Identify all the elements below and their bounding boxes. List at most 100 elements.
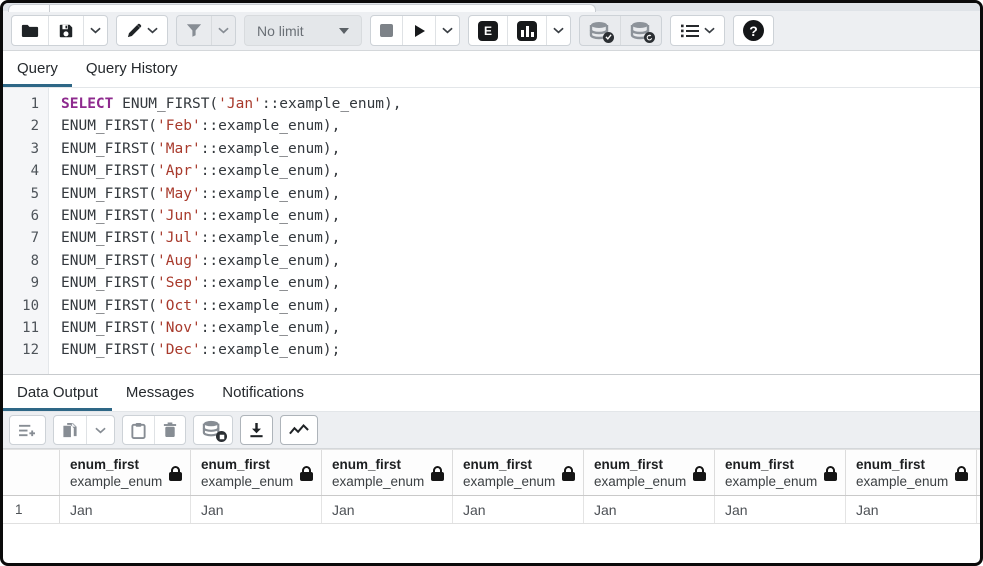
stop-icon: [380, 24, 393, 37]
copy-options-button[interactable]: [86, 416, 114, 444]
query-toolbar: No limit E: [3, 11, 980, 51]
chevron-down-icon: [442, 27, 453, 34]
chevron-down-icon: [704, 27, 715, 34]
data-cell[interactable]: Jan: [322, 496, 453, 523]
delete-row-button[interactable]: [154, 416, 185, 444]
commit-button[interactable]: [580, 16, 620, 45]
filter-options-button[interactable]: [211, 16, 235, 45]
code-line: ENUM_FIRST('Feb'::example_enum),: [61, 115, 980, 137]
graph-visualiser-button[interactable]: [281, 416, 317, 444]
data-cell[interactable]: Jan: [584, 496, 715, 523]
data-cell[interactable]: Jan: [191, 496, 322, 523]
copy-button[interactable]: [54, 416, 86, 444]
column-header[interactable]: enum_firstexample_enum: [60, 450, 191, 495]
code-line: ENUM_FIRST('Aug'::example_enum),: [61, 250, 980, 272]
explain-analyze-button[interactable]: [507, 16, 546, 45]
code-line: ENUM_FIRST('Dec'::example_enum);: [61, 339, 980, 361]
help-button[interactable]: ?: [734, 16, 773, 45]
download-group: [240, 415, 273, 445]
editor-gutter: 123456789101112: [3, 88, 49, 374]
line-number: 1: [3, 93, 39, 115]
stop-button[interactable]: [371, 16, 402, 45]
execute-options-button[interactable]: [435, 16, 459, 45]
tab-notifications[interactable]: Notifications: [208, 375, 318, 411]
paste-button[interactable]: [123, 416, 154, 444]
data-cell[interactable]: Jan: [453, 496, 584, 523]
chevron-down-icon: [95, 427, 106, 434]
download-csv-button[interactable]: [241, 416, 272, 444]
code-line: ENUM_FIRST('Jul'::example_enum),: [61, 227, 980, 249]
save-data-database-icon: [202, 420, 224, 440]
execute-button[interactable]: [402, 16, 435, 45]
column-header[interactable]: enum_firstexample_enum: [584, 450, 715, 495]
column-name: enum_first: [201, 456, 293, 473]
save-data-changes-button[interactable]: [194, 416, 232, 444]
check-icon: [603, 32, 614, 43]
column-name: enum_first: [725, 456, 817, 473]
data-cell[interactable]: Jan: [60, 496, 191, 523]
tab-divider: [49, 5, 50, 12]
add-row-icon: [18, 423, 37, 438]
add-row-button[interactable]: [10, 416, 45, 444]
active-window-tab-remnant: [8, 4, 596, 12]
save-options-button[interactable]: [83, 16, 107, 45]
copy-group: [53, 415, 115, 445]
explain-options-button[interactable]: [546, 16, 570, 45]
column-header-labels: enum_firstexample_enum: [594, 456, 686, 490]
download-icon: [249, 422, 264, 438]
sql-editor: 123456789101112 SELECT ENUM_FIRST('Jan':…: [3, 88, 980, 374]
grid-corner-cell[interactable]: [3, 450, 60, 495]
line-number: 4: [3, 160, 39, 182]
explain-button-group: E: [468, 15, 571, 46]
rollback-arrow-icon: [644, 32, 655, 43]
explain-icon: E: [478, 21, 498, 41]
edit-rows-group: [9, 415, 46, 445]
column-header[interactable]: enum_firstexample_enum: [453, 450, 584, 495]
chevron-down-icon: [218, 27, 229, 34]
save-button[interactable]: [48, 16, 83, 45]
tab-query[interactable]: Query: [3, 51, 72, 87]
column-header-labels: enum_firstexample_enum: [201, 456, 293, 490]
lock-icon: [431, 466, 444, 481]
column-header[interactable]: enum_firstexample_enum: [715, 450, 846, 495]
code-line: ENUM_FIRST('Sep'::example_enum),: [61, 272, 980, 294]
rollback-button[interactable]: [620, 16, 661, 45]
line-number: 5: [3, 183, 39, 205]
explain-button[interactable]: E: [469, 16, 507, 45]
column-header[interactable]: enum_firstexample_enum: [322, 450, 453, 495]
graph-group: [280, 415, 318, 445]
funnel-icon: [186, 23, 202, 38]
commit-database-icon: [589, 21, 611, 41]
execute-button-group: [370, 15, 460, 46]
play-icon: [412, 24, 426, 38]
tab-query-history[interactable]: Query History: [72, 51, 192, 87]
filter-button[interactable]: [177, 16, 211, 45]
tab-messages[interactable]: Messages: [112, 375, 208, 411]
chevron-down-icon: [553, 27, 564, 34]
row-limit-select[interactable]: No limit: [244, 15, 362, 46]
row-number-cell[interactable]: 1: [3, 496, 60, 523]
tab-data-output[interactable]: Data Output: [3, 375, 112, 411]
column-header[interactable]: enum_firstexample_enum: [191, 450, 322, 495]
rollback-database-icon: [630, 21, 652, 41]
chevron-down-icon: [90, 27, 101, 34]
data-cell[interactable]: Jan: [715, 496, 846, 523]
macro-button-group: [670, 15, 725, 46]
macros-button[interactable]: [671, 16, 724, 45]
paste-group: [122, 415, 186, 445]
column-header[interactable]: enum_firstexample_enum: [846, 450, 977, 495]
column-name: enum_first: [856, 456, 948, 473]
row-limit-value: No limit: [257, 23, 304, 39]
column-name: enum_first: [332, 456, 424, 473]
code-line: SELECT ENUM_FIRST('Jan'::example_enum),: [61, 93, 980, 115]
clipboard-icon: [131, 422, 146, 439]
code-area[interactable]: SELECT ENUM_FIRST('Jan'::example_enum),E…: [49, 88, 980, 374]
code-line: ENUM_FIRST('Mar'::example_enum),: [61, 138, 980, 160]
output-tab-bar: Data Output Messages Notifications: [3, 374, 980, 412]
file-button-group: [11, 15, 108, 46]
open-file-button[interactable]: [12, 16, 48, 45]
data-cell[interactable]: Jan: [846, 496, 977, 523]
edit-button[interactable]: [117, 16, 167, 45]
explain-analyze-icon: [517, 21, 537, 41]
line-number: 6: [3, 205, 39, 227]
